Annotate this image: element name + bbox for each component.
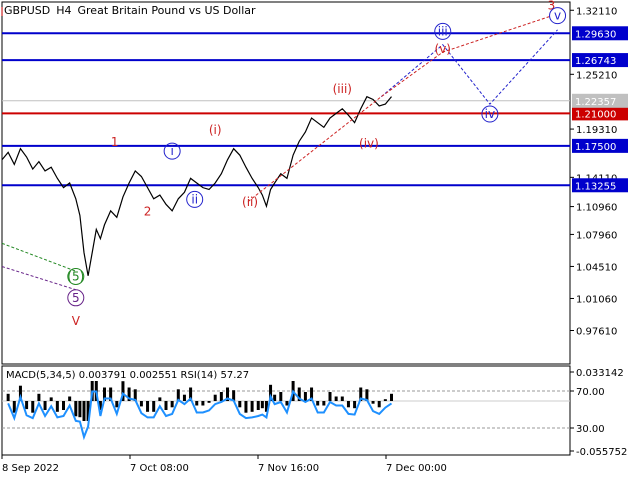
wave-label: 5 [72, 291, 80, 305]
indicator-tick-label: 30.00 [576, 424, 605, 435]
wave-label: V [72, 314, 81, 328]
wave-label: (5) [67, 269, 84, 283]
time-tick-label: 7 Oct 08:00 [130, 463, 189, 474]
price-tick-label: 1.07960 [576, 230, 617, 241]
indicator-label: MACD(5,34,5) 0.003791 0.002551 RSI(14) 5… [6, 370, 249, 381]
wave-projection-line [1, 242, 76, 272]
time-tick-label: 7 Dec 00:00 [386, 463, 447, 474]
price-tick-label: 0.97610 [576, 326, 617, 337]
price-tick-label: 1.25210 [576, 70, 617, 81]
level-price-label: 1.29630 [575, 29, 616, 40]
wave-label: 1 [111, 135, 119, 149]
indicator-tick-label: -0.055752 [576, 447, 627, 458]
wave-label: 2 [144, 204, 152, 218]
price-tick-label: 1.10960 [576, 203, 617, 214]
wave-label: (ii) [242, 195, 258, 209]
wave-label: i [170, 144, 173, 158]
wave-label: (iv) [359, 137, 379, 151]
wave-label: ii [191, 192, 198, 206]
time-tick-label: 7 Nov 16:00 [258, 463, 319, 474]
current-price-label: 1.22357 [575, 97, 616, 108]
wave-label: iv [485, 107, 495, 121]
price-tick-label: 1.04510 [576, 262, 617, 273]
wave-label: v [554, 9, 561, 23]
price-tick-label: 1.19310 [576, 125, 617, 136]
wave-projection-line [1, 266, 76, 291]
level-price-label: 1.13255 [575, 181, 616, 192]
price-chart[interactable]: 1.321101.252101.193101.141101.109601.079… [0, 0, 640, 480]
level-price-label: 1.21000 [575, 109, 616, 120]
wave-label: (iii) [333, 82, 352, 96]
main-pane-frame [1, 1, 571, 365]
wave-label: (v) [435, 42, 451, 56]
indicator-tick-label: 0.033142 [576, 368, 624, 379]
wave-projection-line [247, 15, 552, 202]
rsi-line [7, 389, 393, 441]
wave-label: (i) [209, 123, 222, 137]
wave-projection-line [380, 29, 558, 105]
level-price-label: 1.17500 [575, 142, 616, 153]
time-tick-label: 8 Sep 2022 [2, 463, 59, 474]
wave-label: iii [438, 24, 448, 38]
level-price-label: 1.26743 [575, 56, 616, 67]
indicator-tick-label: 70.00 [576, 387, 605, 398]
wave-label: I [0, 5, 4, 19]
price-tick-label: 1.32110 [576, 6, 617, 17]
price-tick-label: 1.01060 [576, 294, 617, 305]
